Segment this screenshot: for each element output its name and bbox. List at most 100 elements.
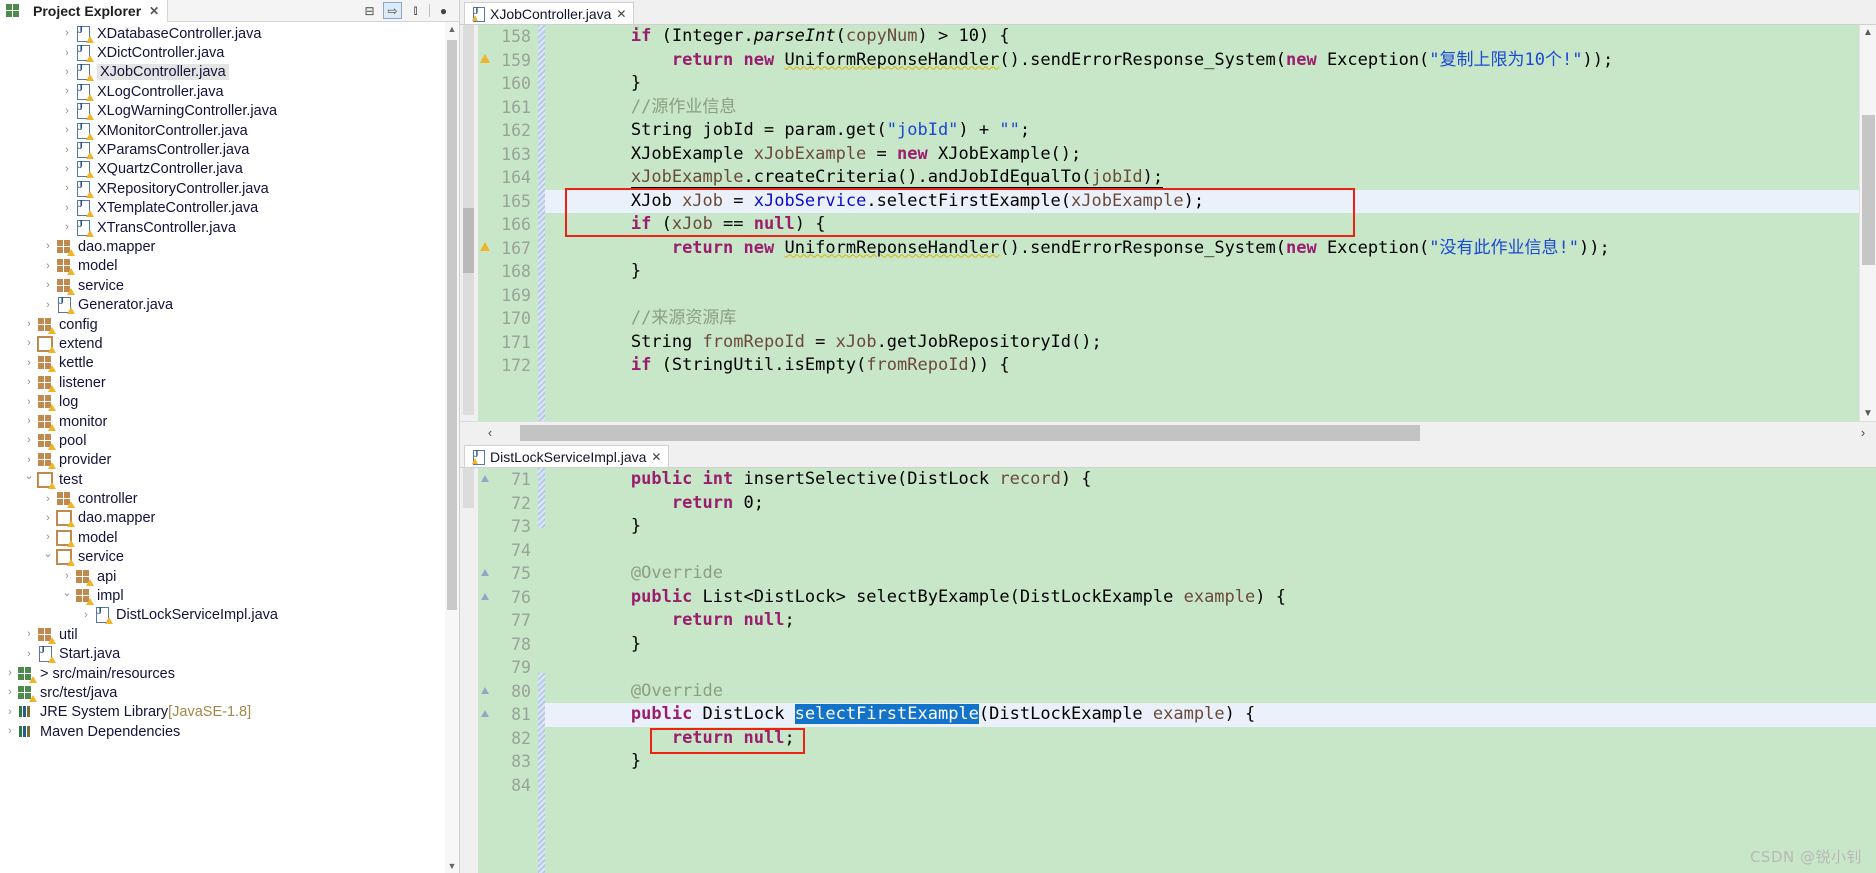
tree-item-start-java[interactable]: Start.java — [0, 645, 459, 664]
close-icon[interactable]: ✕ — [616, 7, 626, 21]
close-icon[interactable]: ✕ — [149, 4, 159, 18]
tree-item-service[interactable]: service — [0, 548, 459, 567]
tree-item-monitor[interactable]: monitor — [0, 412, 459, 431]
chevron-right-icon[interactable] — [59, 106, 75, 117]
tree-item-dao-mapper[interactable]: dao.mapper — [0, 237, 459, 256]
code-line[interactable]: xJobExample.createCriteria().andJobIdEqu… — [545, 166, 1876, 190]
chevron-right-icon[interactable] — [21, 435, 37, 446]
tree-item-provider[interactable]: provider — [0, 451, 459, 470]
chevron-right-icon[interactable] — [21, 629, 37, 640]
tree-item-model[interactable]: model — [0, 257, 459, 276]
tree-item-api[interactable]: api — [0, 567, 459, 586]
code-line[interactable]: String fromRepoId = xJob.getJobRepositor… — [545, 331, 1876, 355]
chevron-right-icon[interactable] — [40, 494, 56, 505]
link-with-editor-icon[interactable]: ⇨ — [383, 2, 402, 19]
code-line[interactable]: if (StringUtil.isEmpty(fromRepoId)) { — [545, 354, 1876, 378]
code-line[interactable]: return new UniformReponseHandler().sendE… — [545, 237, 1876, 261]
tree-item-xdictcontroller-java[interactable]: XDictController.java — [0, 43, 459, 63]
code-line[interactable]: public DistLock selectFirstExample(DistL… — [545, 703, 1876, 727]
chevron-right-icon[interactable] — [78, 610, 94, 621]
code-line[interactable]: @Override — [545, 680, 1876, 704]
chevron-right-icon[interactable] — [21, 319, 37, 330]
chevron-right-icon[interactable] — [40, 261, 56, 272]
fold-marker-icon[interactable] — [480, 592, 489, 600]
chevron-right-icon[interactable] — [21, 416, 37, 427]
editor-bottom-code[interactable]: public int insertSelective(DistLock reco… — [545, 468, 1876, 873]
scroll-down-icon[interactable]: ▼ — [445, 859, 459, 873]
tab-distlockserviceimpl-java[interactable]: DistLockServiceImpl.java ✕ — [464, 445, 670, 467]
close-icon[interactable]: ✕ — [651, 450, 661, 464]
editor-top-vertical-scrollbar[interactable]: ▲ ▼ — [1859, 25, 1876, 421]
scroll-right-icon[interactable]: › — [1850, 422, 1876, 443]
code-line[interactable]: return 0; — [545, 492, 1876, 516]
chevron-right-icon[interactable] — [21, 338, 37, 349]
code-line[interactable]: } — [545, 633, 1876, 657]
warning-icon[interactable] — [480, 53, 490, 63]
chevron-right-icon[interactable] — [40, 532, 56, 543]
tree-item-distlockserviceimpl-java[interactable]: DistLockServiceImpl.java — [0, 606, 459, 625]
chevron-down-icon[interactable] — [21, 474, 37, 485]
code-line[interactable]: //源作业信息 — [545, 96, 1876, 120]
code-line[interactable]: @Override — [545, 562, 1876, 586]
code-line[interactable]: } — [545, 750, 1876, 774]
tree-item-log[interactable]: log — [0, 392, 459, 412]
overview-ruler-thumb[interactable] — [463, 208, 474, 273]
tree-item-xlogcontroller-java[interactable]: XLogController.java — [0, 82, 459, 101]
tree-item-listener[interactable]: listener — [0, 373, 459, 392]
tree-item-src-main-resources[interactable]: > src/main/resources — [0, 664, 459, 683]
chevron-right-icon[interactable] — [40, 300, 56, 311]
tree-item-xparamscontroller-java[interactable]: XParamsController.java — [0, 140, 459, 160]
code-line[interactable]: } — [545, 72, 1876, 96]
code-line[interactable]: return null; — [545, 727, 1876, 751]
editor-bottom-annotation-ruler[interactable] — [460, 468, 478, 873]
chevron-right-icon[interactable] — [2, 668, 18, 679]
tree-item-extend[interactable]: extend — [0, 334, 459, 353]
tree-item-src-test-java[interactable]: src/test/java — [0, 683, 459, 702]
chevron-right-icon[interactable] — [40, 280, 56, 291]
tree-item-impl[interactable]: impl — [0, 586, 459, 606]
chevron-right-icon[interactable] — [59, 164, 75, 175]
fold-marker-icon[interactable] — [480, 686, 489, 694]
chevron-right-icon[interactable] — [59, 125, 75, 136]
chevron-right-icon[interactable] — [40, 241, 56, 252]
tree-item-xtranscontroller-java[interactable]: XTransController.java — [0, 218, 459, 237]
code-line[interactable]: } — [545, 260, 1876, 284]
fold-marker-icon[interactable] — [480, 569, 489, 576]
hscroll-track[interactable] — [520, 424, 1850, 441]
code-line[interactable]: XJobExample xJobExample = new XJobExampl… — [545, 143, 1876, 167]
code-line[interactable] — [545, 656, 1876, 680]
tree-item-service[interactable]: service — [0, 276, 459, 295]
code-line[interactable]: if (xJob == null) { — [545, 213, 1876, 237]
chevron-right-icon[interactable] — [59, 145, 75, 156]
chevron-right-icon[interactable] — [59, 86, 75, 97]
chevron-right-icon[interactable] — [59, 48, 75, 59]
chevron-right-icon[interactable] — [59, 28, 75, 39]
scroll-up-icon[interactable]: ▲ — [445, 22, 459, 36]
chevron-right-icon[interactable] — [2, 726, 18, 737]
code-line[interactable]: return new UniformReponseHandler().sendE… — [545, 49, 1876, 73]
project-tree[interactable]: XDatabaseController.java XDictController.… — [0, 22, 459, 873]
code-line[interactable]: //来源资源库 — [545, 307, 1876, 331]
tree-item-pool[interactable]: pool — [0, 431, 459, 450]
fold-marker-icon[interactable] — [480, 710, 489, 717]
chevron-right-icon[interactable] — [59, 571, 75, 582]
chevron-right-icon[interactable] — [21, 455, 37, 466]
tree-item-controller[interactable]: controller — [0, 489, 459, 509]
code-line[interactable]: if (Integer.parseInt(copyNum) > 10) { — [545, 25, 1876, 49]
code-line[interactable] — [545, 284, 1876, 308]
editor-top-horizontal-scrollbar[interactable]: ‹ › — [460, 421, 1876, 443]
chevron-right-icon[interactable] — [59, 67, 75, 78]
fold-marker-icon[interactable] — [480, 475, 489, 482]
scroll-left-icon[interactable]: ‹ — [460, 422, 520, 443]
chevron-down-icon[interactable] — [59, 591, 75, 602]
code-line[interactable]: return null; — [545, 609, 1876, 633]
chevron-right-icon[interactable] — [21, 358, 37, 369]
chevron-right-icon[interactable] — [2, 687, 18, 698]
chevron-right-icon[interactable] — [59, 222, 75, 233]
tree-item-generator-java[interactable]: Generator.java — [0, 295, 459, 315]
chevron-right-icon[interactable] — [59, 203, 75, 214]
collapse-all-icon[interactable]: ⊟ — [360, 2, 379, 19]
chevron-right-icon[interactable] — [40, 513, 56, 524]
tree-item-model[interactable]: model — [0, 528, 459, 547]
tree-item-xrepositorycontroller-java[interactable]: XRepositoryController.java — [0, 179, 459, 198]
